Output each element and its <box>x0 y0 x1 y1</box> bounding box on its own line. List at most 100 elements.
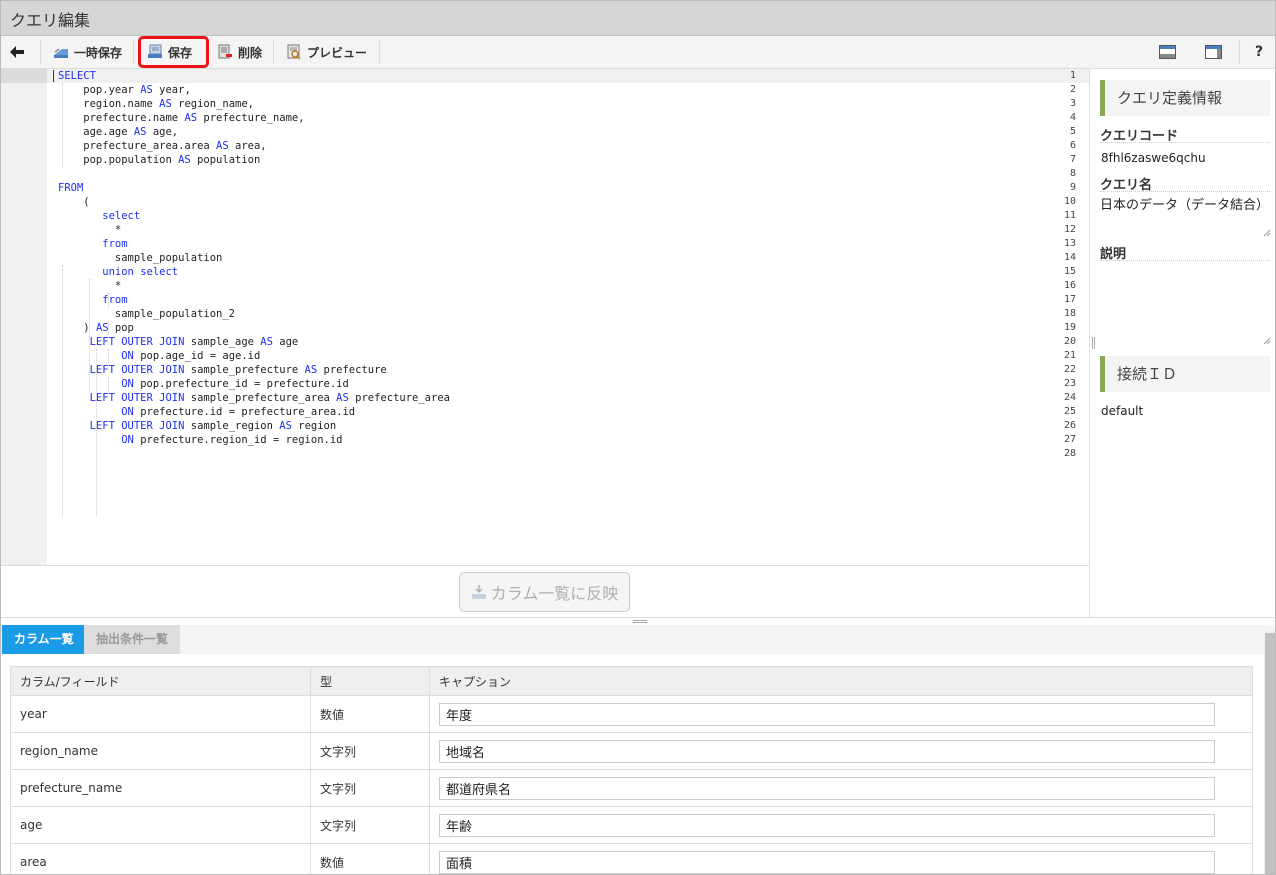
sql-keyword: from <box>102 238 128 250</box>
indent-guide <box>108 293 109 307</box>
active-line-number-highlight <box>1 69 47 83</box>
tab-column-list[interactable]: カラム一覧 <box>2 625 86 654</box>
query-code-value: 8fhl6zaswe6qchu <box>1101 151 1206 165</box>
layout-side-panel-button[interactable] <box>1205 36 1222 68</box>
query-definition-header: クエリ定義情報 <box>1100 80 1270 116</box>
resize-handle-icon[interactable] <box>1263 229 1271 237</box>
sql-keyword: AS <box>260 336 273 348</box>
sql-text: ) <box>58 322 96 334</box>
code-line: union select <box>58 265 178 279</box>
toolbar-divider <box>1239 40 1240 64</box>
column-table-panel: カラム/フィールド 型 キャプション year 数値 region_name 文… <box>1 654 1264 874</box>
caption-input[interactable] <box>439 739 1215 763</box>
save-button[interactable]: 保存 <box>138 36 209 68</box>
sql-text: sample_population <box>58 252 223 264</box>
table-scrollbar[interactable] <box>1264 631 1275 874</box>
sql-text: pop <box>108 322 134 334</box>
line-number: 25 <box>1063 406 1076 417</box>
type-cell: 文字列 <box>310 806 430 844</box>
indent-guide <box>108 321 109 335</box>
code-line: LEFT OUTER JOIN sample_region AS region <box>58 419 337 433</box>
help-button[interactable]: ? <box>1255 36 1263 68</box>
temp-save-icon <box>54 48 68 58</box>
line-number: 7 <box>1069 154 1076 165</box>
sql-text: pop.prefecture_id = prefecture.id <box>133 378 349 390</box>
field-cell: prefecture_name <box>10 769 311 807</box>
back-button[interactable] <box>9 36 33 68</box>
line-number: 28 <box>1063 448 1076 459</box>
line-number: 26 <box>1063 420 1076 431</box>
table-row: region_name 文字列 <box>10 732 1253 770</box>
caption-input[interactable] <box>439 850 1215 874</box>
line-number: 13 <box>1063 238 1076 249</box>
query-name-field[interactable]: 日本のデータ（データ結合） <box>1100 197 1271 237</box>
code-line: from <box>58 293 127 307</box>
sql-text: age, <box>146 126 179 138</box>
code-line: from <box>58 237 128 251</box>
field-cell: age <box>10 806 311 844</box>
code-line: age.age AS age, <box>58 125 178 139</box>
code-line: * <box>58 223 121 237</box>
code-line: ON pop.prefecture_id = prefecture.id <box>58 377 349 391</box>
sql-text: sample_prefecture_area <box>184 392 337 404</box>
resize-handle-icon[interactable] <box>1263 337 1271 345</box>
preview-button[interactable]: プレビュー <box>286 36 367 68</box>
sql-text: prefecture_area.area <box>58 140 217 152</box>
header-type: 型 <box>310 666 430 696</box>
line-number: 21 <box>1063 350 1076 361</box>
sql-keyword: AS <box>336 392 349 404</box>
reflect-columns-button[interactable]: カラム一覧に反映 <box>459 572 630 612</box>
caption-input[interactable] <box>439 813 1215 837</box>
indent-guide <box>62 265 63 517</box>
preview-icon <box>287 44 301 60</box>
code-line: ) AS pop <box>58 321 134 335</box>
panel-bottom-icon <box>1159 45 1176 59</box>
indent-guide <box>108 377 109 391</box>
sql-editor[interactable]: 1 2 3 4 5 6 7 8 9 10 11 12 13 14 15 16 17 18 19 20 21 22 23 24 2… <box>1 69 1089 565</box>
code-line: pop.year AS year, <box>58 83 191 97</box>
sql-keyword: SELECT <box>58 70 96 82</box>
arrow-left-icon <box>10 46 24 58</box>
line-number: 27 <box>1063 434 1076 445</box>
caption-cell <box>429 843 1253 874</box>
sql-text: prefecture.region_id = region.id <box>133 434 343 446</box>
indent-guide <box>108 349 109 363</box>
sql-text: region <box>291 420 337 432</box>
line-number: 16 <box>1063 280 1076 291</box>
caption-input[interactable] <box>439 702 1215 726</box>
line-number: 12 <box>1063 224 1076 235</box>
sql-keyword: ON <box>121 350 134 362</box>
caption-cell <box>429 732 1253 770</box>
sidebar-resize-grip[interactable] <box>1092 337 1095 349</box>
save-label: 保存 <box>168 45 193 60</box>
sql-text: prefecture <box>317 364 387 376</box>
caption-cell <box>429 695 1253 733</box>
reflect-columns-label: カラム一覧に反映 <box>490 584 619 603</box>
sql-keyword: AS <box>159 98 172 110</box>
temp-save-button[interactable]: 一時保存 <box>53 36 122 68</box>
line-number: 1 <box>1069 70 1076 81</box>
active-line-highlight <box>47 69 1089 83</box>
layout-bottom-panel-button[interactable] <box>1159 36 1176 68</box>
help-icon: ? <box>1255 44 1264 60</box>
sql-keyword: LEFT OUTER JOIN <box>89 420 185 432</box>
code-line: LEFT OUTER JOIN sample_prefecture_area A… <box>58 391 450 405</box>
temp-save-label: 一時保存 <box>74 45 123 60</box>
panel-splitter[interactable] <box>1 617 1275 625</box>
sql-text: sample_region <box>184 420 280 432</box>
sql-keyword: ON <box>121 378 134 390</box>
description-field[interactable] <box>1100 265 1271 345</box>
connection-id-header: 接続ＩＤ <box>1100 356 1270 392</box>
code-line: SELECT <box>58 69 96 83</box>
scrollbar-thumb[interactable] <box>1265 633 1275 874</box>
query-edit-window: クエリ編集 一時保存 保存 削除 プレビュー ? 1 2 3 4 5 6 7 8… <box>0 0 1276 875</box>
line-number: 8 <box>1069 168 1076 179</box>
tab-extraction-conditions[interactable]: 抽出条件一覧 <box>84 625 181 654</box>
table-header-row: カラム/フィールド 型 キャプション <box>10 666 1253 696</box>
sql-keyword: ON <box>121 434 134 446</box>
caption-input[interactable] <box>439 776 1215 800</box>
delete-button[interactable]: 削除 <box>217 36 262 68</box>
